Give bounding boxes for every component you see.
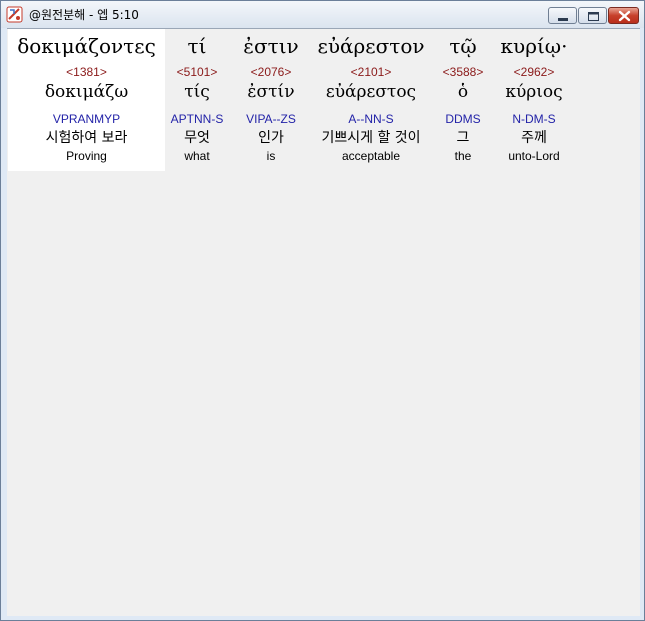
app-icon[interactable]	[6, 6, 23, 23]
title-bar[interactable]: @원전분해 - 엡 5:10	[1, 1, 644, 28]
parsing-code[interactable]: VPRANMYP	[8, 112, 165, 126]
korean-gloss: 기쁘시게 할 것이	[321, 130, 421, 146]
lemma: δοκιμάζω	[44, 82, 129, 102]
korean-gloss: 인가	[258, 130, 284, 146]
parsing-code[interactable]: DDMS	[435, 112, 491, 126]
maximize-button[interactable]	[578, 7, 607, 24]
strongs-number[interactable]: <2076>	[231, 65, 311, 79]
strongs-number[interactable]: <5101>	[165, 65, 229, 79]
strongs-number[interactable]: <1381>	[8, 65, 165, 79]
parsing-code[interactable]: VIPA--ZS	[231, 112, 311, 126]
korean-gloss: 무엇	[184, 130, 210, 146]
parsing-code[interactable]: A--NN-S	[311, 112, 431, 126]
greek-word: εὐάρεστον	[317, 34, 425, 58]
korean-gloss: 시험하여 보라	[45, 130, 128, 146]
word-column-0[interactable]: δοκιμάζοντες <1381> δοκιμάζω VPRANMYP 시험…	[8, 29, 165, 171]
english-gloss: acceptable	[341, 149, 401, 163]
close-button[interactable]	[608, 7, 639, 24]
english-gloss: the	[454, 149, 472, 163]
close-icon	[618, 10, 631, 22]
korean-gloss: 그	[456, 130, 470, 146]
minimize-icon	[558, 18, 568, 21]
window-title: @원전분해 - 엡 5:10	[29, 8, 139, 22]
english-gloss: unto-Lord	[508, 149, 560, 163]
greek-word: τί	[187, 34, 207, 58]
greek-word: κυρίῳ·	[500, 34, 568, 58]
strongs-number[interactable]: <2101>	[311, 65, 431, 79]
word-column-2[interactable]: ἐστιν <2076> ἐστίν VIPA--ZS 인가 is	[231, 29, 311, 171]
maximize-icon	[588, 12, 599, 21]
english-gloss: what	[184, 149, 210, 163]
lemma: εὐάρεστος	[325, 82, 417, 102]
greek-word: ἐστιν	[243, 34, 299, 58]
parsing-code[interactable]: N-DM-S	[491, 112, 577, 126]
lemma: ὁ	[457, 82, 469, 102]
lemma: κύριος	[505, 82, 563, 102]
word-column-1[interactable]: τί <5101> τίς APTNN-S 무엇 what	[165, 29, 229, 171]
english-gloss: is	[266, 149, 276, 163]
lemma: ἐστίν	[247, 82, 295, 102]
app-window: @원전분해 - 엡 5:10 δοκιμάζοντες <1381> δοκιμ…	[0, 0, 645, 621]
strongs-number[interactable]: <2962>	[491, 65, 577, 79]
interlinear-panel[interactable]: δοκιμάζοντες <1381> δοκιμάζω VPRANMYP 시험…	[7, 28, 640, 616]
word-column-4[interactable]: τῷ <3588> ὁ DDMS 그 the	[435, 29, 491, 171]
english-gloss: Proving	[66, 149, 107, 163]
word-column-5[interactable]: κυρίῳ· <2962> κύριος N-DM-S 주께 unto-Lord	[491, 29, 577, 171]
lemma: τίς	[184, 82, 210, 102]
korean-gloss: 주께	[521, 130, 547, 146]
word-column-3[interactable]: εὐάρεστον <2101> εὐάρεστος A--NN-S 기쁘시게 …	[311, 29, 431, 171]
minimize-button[interactable]	[548, 7, 577, 24]
parsing-code[interactable]: APTNN-S	[165, 112, 229, 126]
strongs-number[interactable]: <3588>	[435, 65, 491, 79]
greek-word: δοκιμάζοντες	[17, 34, 156, 58]
greek-word: τῷ	[449, 34, 477, 58]
